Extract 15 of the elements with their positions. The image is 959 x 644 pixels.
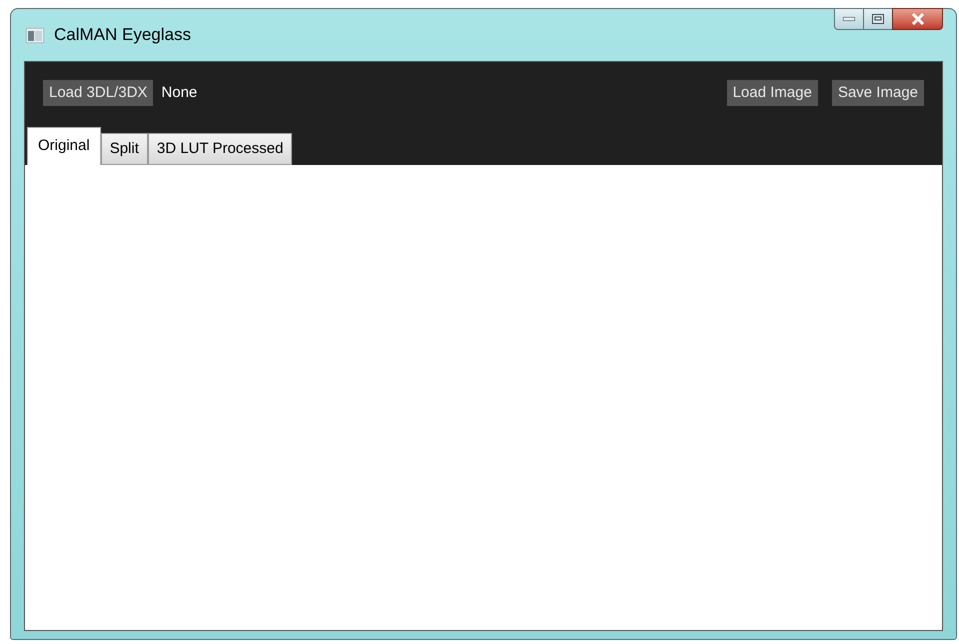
tab[interactable]: Split — [100, 133, 148, 165]
maximize-button[interactable] — [864, 8, 892, 30]
load-image-button[interactable]: Load Image — [726, 80, 818, 106]
maximize-icon — [872, 14, 884, 24]
close-button[interactable] — [892, 8, 943, 30]
minimize-icon — [843, 17, 855, 21]
minimize-button[interactable] — [834, 8, 864, 30]
load-lut-button[interactable]: Load 3DL/3DX — [43, 80, 154, 106]
app-icon — [26, 28, 44, 42]
tab[interactable]: 3D LUT Processed — [148, 133, 292, 165]
window-title: CalMAN Eyeglass — [54, 24, 191, 46]
save-image-button[interactable]: Save Image — [832, 80, 924, 106]
tab[interactable]: Original — [27, 127, 101, 165]
close-icon — [910, 13, 924, 25]
lut-file-label: None — [161, 82, 198, 103]
